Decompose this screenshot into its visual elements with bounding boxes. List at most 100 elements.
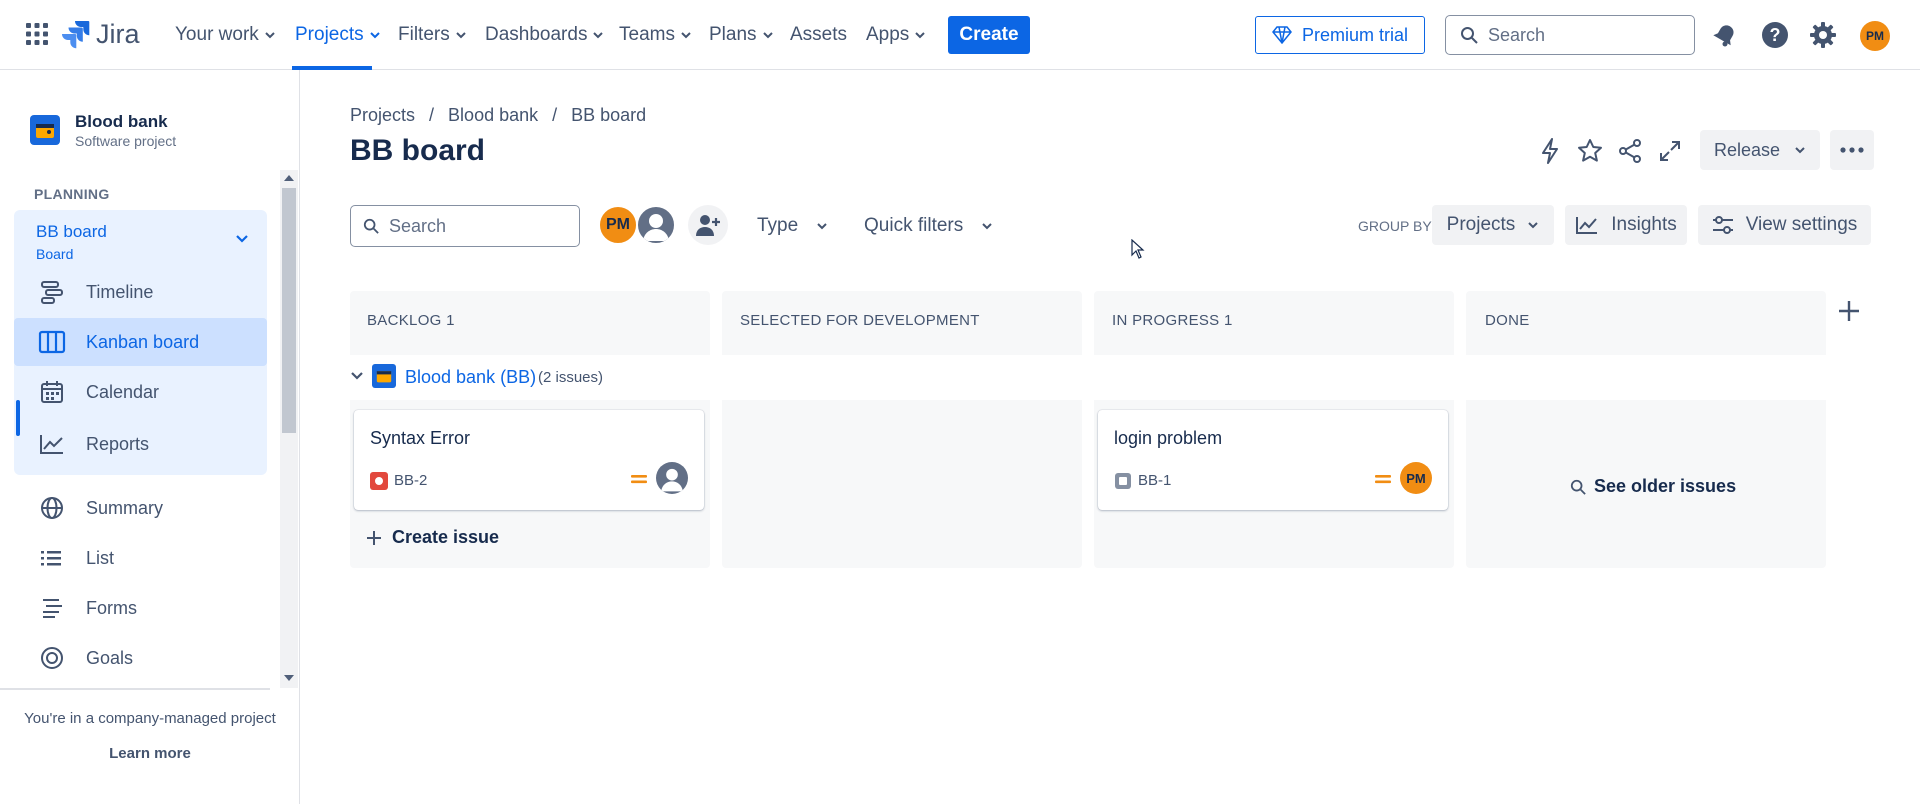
more-actions-button[interactable] <box>1830 130 1874 170</box>
issue-key[interactable]: BB-2 <box>394 472 427 489</box>
nav-your-work[interactable]: Your work <box>175 22 276 48</box>
search-icon <box>1570 479 1586 495</box>
user-avatar[interactable]: PM <box>1860 21 1890 51</box>
chevron-down-icon <box>681 32 691 39</box>
sidebar-item-list[interactable]: List <box>14 534 267 582</box>
see-older-label: See older issues <box>1594 476 1737 496</box>
chevron-down-icon <box>1795 147 1805 154</box>
sidebar-item-label: List <box>86 547 115 568</box>
goals-icon <box>38 644 66 672</box>
chevron-down-icon <box>982 223 992 230</box>
sidebar-item-reports[interactable]: Reports <box>14 420 267 468</box>
assignee-filter-avatar[interactable]: PM <box>598 205 638 245</box>
global-search-input[interactable]: Search <box>1445 15 1695 55</box>
planning-section-label: PLANNING <box>34 186 110 202</box>
add-column-button[interactable] <box>1834 296 1864 326</box>
insights-label: Insights <box>1611 214 1677 235</box>
view-settings-button[interactable]: View settings <box>1698 205 1871 245</box>
column-selected-for-development <box>722 291 1082 568</box>
jira-logo[interactable]: Jira <box>62 19 140 50</box>
board-selector-title[interactable]: BB board <box>36 222 107 242</box>
nav-label: Assets <box>790 24 848 45</box>
nav-dashboards[interactable]: Dashboards <box>485 22 604 48</box>
sidebar-item-kanban-board[interactable]: Kanban board <box>14 318 267 366</box>
add-people-button[interactable] <box>688 205 728 245</box>
column-title[interactable]: IN PROGRESS 1 <box>1112 312 1233 329</box>
search-placeholder: Search <box>389 215 447 236</box>
chevron-down-icon <box>593 32 604 39</box>
sidebar-item-timeline[interactable]: Timeline <box>14 268 267 316</box>
chevron-down-icon <box>456 32 466 39</box>
scroll-down-arrow-icon[interactable] <box>283 674 295 682</box>
star-icon[interactable] <box>1575 136 1605 166</box>
sidebar-divider <box>0 688 270 690</box>
automation-lightning-icon[interactable] <box>1535 136 1565 166</box>
group-by-label: GROUP BY <box>1358 218 1432 234</box>
assignee-avatar[interactable]: PM <box>1400 462 1432 494</box>
project-avatar-icon[interactable] <box>30 115 60 145</box>
breadcrumb-projects[interactable]: Projects <box>350 105 415 126</box>
column-title[interactable]: DONE <box>1485 312 1530 329</box>
breadcrumb-board[interactable]: BB board <box>571 105 646 126</box>
board-search-input[interactable]: Search <box>350 205 580 247</box>
scroll-up-arrow-icon[interactable] <box>283 174 295 182</box>
sidebar-item-summary[interactable]: Summary <box>14 484 267 532</box>
nav-filters[interactable]: Filters <box>398 22 467 48</box>
column-title[interactable]: SELECTED FOR DEVELOPMENT <box>740 312 980 329</box>
nav-projects[interactable]: Projects <box>295 22 381 48</box>
fullscreen-expand-icon[interactable] <box>1655 136 1685 166</box>
chevron-down-icon <box>369 32 380 39</box>
person-icon <box>661 468 683 492</box>
share-icon[interactable] <box>1615 136 1645 166</box>
type-filter-button[interactable]: Type <box>757 210 828 242</box>
sidebar-item-forms[interactable]: Forms <box>14 584 267 632</box>
issue-card[interactable]: Syntax Error BB-2 <box>354 410 704 510</box>
help-icon[interactable]: ? <box>1760 20 1790 50</box>
premium-trial-button[interactable]: Premium trial <box>1255 16 1425 54</box>
nav-label: Teams <box>619 24 675 45</box>
nav-plans[interactable]: Plans <box>709 22 774 48</box>
sidebar-item-label: Goals <box>86 647 134 668</box>
chevron-down-icon <box>1528 222 1539 229</box>
search-placeholder: Search <box>1488 24 1546 45</box>
premium-trial-label: Premium trial <box>1301 24 1408 45</box>
priority-medium-icon <box>1374 472 1392 486</box>
unassigned-avatar[interactable] <box>656 462 688 494</box>
nav-apps[interactable]: Apps <box>866 22 926 48</box>
unassigned-filter-avatar[interactable] <box>636 205 676 245</box>
issue-card[interactable]: login problem BB-1 PM <box>1098 410 1448 510</box>
project-name[interactable]: Blood bank <box>75 112 168 132</box>
quick-filters-button[interactable]: Quick filters <box>864 210 993 242</box>
settings-gear-icon[interactable] <box>1808 20 1838 50</box>
nav-teams[interactable]: Teams <box>619 22 692 48</box>
plus-icon <box>367 530 381 545</box>
see-older-issues-button[interactable]: See older issues <box>1570 476 1736 497</box>
column-title[interactable]: BACKLOG 1 <box>367 312 455 329</box>
nav-assets[interactable]: Assets <box>790 22 847 48</box>
create-issue-button[interactable]: Create issue <box>366 527 499 548</box>
project-type: Software project <box>75 133 177 149</box>
insights-button[interactable]: Insights <box>1565 205 1687 245</box>
learn-more-link[interactable]: Learn more <box>0 745 300 762</box>
group-by-select[interactable]: Projects <box>1432 205 1554 245</box>
notifications-icon[interactable] <box>1710 20 1740 50</box>
sidebar-item-calendar[interactable]: Calendar <box>14 368 267 416</box>
release-button[interactable]: Release <box>1700 130 1820 170</box>
page-title: BB board <box>350 134 485 167</box>
sliders-icon <box>1712 216 1733 234</box>
filter-label: Type <box>757 215 799 236</box>
swimlane-name[interactable]: Blood bank (BB) <box>405 367 536 388</box>
breadcrumb-project[interactable]: Blood bank <box>448 105 538 126</box>
chevron-down-icon[interactable] <box>350 368 364 382</box>
product-name: Jira <box>96 19 140 49</box>
sidebar-scrollbar-thumb[interactable] <box>282 188 296 433</box>
breadcrumb-separator: / <box>429 105 435 125</box>
plus-icon <box>1839 301 1859 321</box>
app-switcher-icon[interactable] <box>26 23 48 45</box>
chevron-down-icon[interactable] <box>234 230 250 246</box>
issue-key[interactable]: BB-1 <box>1138 472 1171 489</box>
nav-label: Plans <box>709 24 757 45</box>
project-avatar-icon <box>372 364 396 388</box>
create-button[interactable]: Create <box>948 16 1030 54</box>
sidebar-item-goals[interactable]: Goals <box>14 634 267 682</box>
